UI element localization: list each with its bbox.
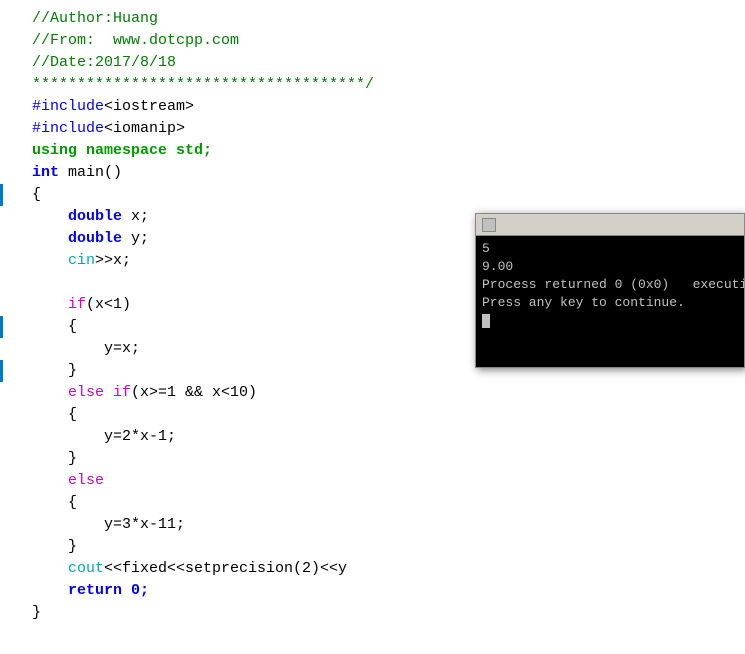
code-token [32,252,68,269]
code-token: //Date:2017/8/18 [32,54,176,71]
code-token: } [32,362,77,379]
line-content-19: { [26,404,77,426]
line-content-7: using namespace std; [26,140,212,162]
terminal-line-0: 5 [482,240,738,258]
code-token: (x>=1 && x<10) [131,384,257,401]
code-token: return 0; [32,582,149,599]
code-line-2: //From: www.dotcpp.com [0,30,745,52]
code-line-27: return 0; [0,580,745,602]
code-line-8: int main() [0,162,745,184]
code-token: { [32,494,77,511]
code-line-4: *************************************/ [0,74,745,96]
code-token: else [32,472,104,489]
terminal-cursor-line [482,312,738,330]
line-content-5: #include<iostream> [26,96,194,118]
code-line-5: #include<iostream> [0,96,745,118]
line-content-11: double y; [26,228,149,250]
terminal-line-3: Process returned 0 (0x0) execution ti [482,276,738,294]
code-line-20: y=2*x-1; [0,426,745,448]
line-content-15: { [26,316,77,338]
code-token: y=2*x-1; [32,428,176,445]
code-token: y=3*x-11; [32,516,185,533]
code-token: else if [32,384,131,401]
terminal-line-4: Press any key to continue. [482,294,738,312]
code-token: { [32,406,77,423]
terminal-cursor [482,314,490,328]
code-line-25: } [0,536,745,558]
line-content-17: } [26,360,77,382]
code-line-23: { [0,492,745,514]
code-token: using namespace std; [32,142,212,159]
line-content-23: { [26,492,77,514]
code-token: //Author:Huang [32,10,158,27]
code-token: <iomanip> [104,120,185,137]
code-token: #include [32,98,104,115]
line-content-16: y=x; [26,338,140,360]
code-line-26: cout<<fixed<<setprecision(2)<<y [0,558,745,580]
code-line-9: { [0,184,745,206]
code-token: main() [59,164,122,181]
code-line-21: } [0,448,745,470]
code-token: (x<1) [86,296,131,313]
terminal-icon [482,218,496,232]
code-line-6: #include<iomanip> [0,118,745,140]
code-token: #include [32,120,104,137]
line-content-9: { [26,184,41,206]
code-token: *************************************/ [32,76,374,93]
terminal-titlebar [476,214,744,236]
line-content-10: double x; [26,206,149,228]
code-token: y; [122,230,149,247]
code-line-1: //Author:Huang [0,8,745,30]
code-token: <<fixed<<setprecision(2)<<y [104,560,347,577]
code-token: } [32,604,41,621]
line-content-1: //Author:Huang [26,8,158,30]
line-content-12: cin>>x; [26,250,131,272]
code-token: cin [68,252,95,269]
line-content-25: } [26,536,77,558]
code-token: int [32,164,59,181]
line-content-3: //Date:2017/8/18 [26,52,176,74]
code-token: >>x; [95,252,131,269]
terminal-line-1: 9.00 [482,258,738,276]
code-line-3: //Date:2017/8/18 [0,52,745,74]
code-line-7: using namespace std; [0,140,745,162]
code-token: y=x; [32,340,140,357]
line-content-20: y=2*x-1; [26,426,176,448]
line-content-24: y=3*x-11; [26,514,185,536]
code-line-19: { [0,404,745,426]
terminal-body: 59.00Process returned 0 (0x0) execution … [476,236,744,367]
code-token: } [32,538,77,555]
line-content-22: else [26,470,104,492]
code-token: } [32,450,77,467]
line-content-8: int main() [26,162,122,184]
code-token: { [32,318,77,335]
line-content-21: } [26,448,77,470]
code-token: x; [122,208,149,225]
code-token: { [32,186,41,203]
line-content-4: *************************************/ [26,74,374,96]
code-token: double [32,230,122,247]
code-line-28: } [0,602,745,624]
code-line-18: else if(x>=1 && x<10) [0,382,745,404]
line-content-18: else if(x>=1 && x<10) [26,382,257,404]
line-content-27: return 0; [26,580,149,602]
code-token: double [32,208,122,225]
code-token: if [32,296,86,313]
code-line-24: y=3*x-11; [0,514,745,536]
terminal-window[interactable]: 59.00Process returned 0 (0x0) execution … [475,213,745,368]
line-content-28: } [26,602,41,624]
code-token: cout [32,560,104,577]
code-line-22: else [0,470,745,492]
line-content-6: #include<iomanip> [26,118,185,140]
line-content-26: cout<<fixed<<setprecision(2)<<y [26,558,347,580]
line-content-14: if(x<1) [26,294,131,316]
code-token: <iostream> [104,98,194,115]
line-content-2: //From: www.dotcpp.com [26,30,239,52]
code-token: //From: www.dotcpp.com [32,32,239,49]
